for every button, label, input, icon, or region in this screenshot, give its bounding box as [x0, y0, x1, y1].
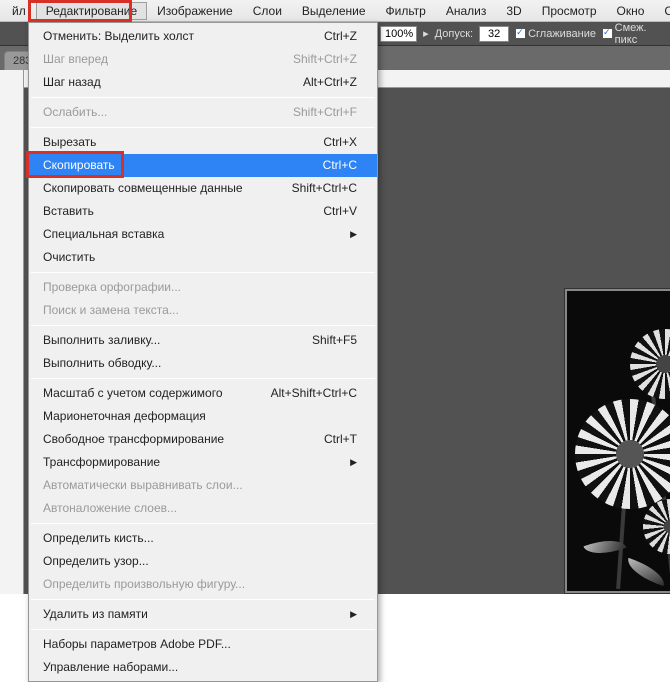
tolerance-label: Допуск:: [435, 28, 473, 40]
menu-item-label: Выполнить заливку...: [43, 332, 160, 349]
edit-menu-dropdown: Отменить: Выделить холст Ctrl+Z Шаг вперед…: [28, 22, 378, 682]
menu-item[interactable]: Вырезать Ctrl+X: [29, 131, 377, 154]
menu-item-label: Специальная вставка: [43, 226, 164, 243]
menu-item[interactable]: Трансформирование ▶: [29, 451, 377, 474]
menu-редактирование[interactable]: Редактирование: [36, 2, 147, 20]
menu-item-label: Удалить из памяти: [43, 606, 148, 623]
menu-item-label: Шаг назад: [43, 74, 101, 91]
menu-separator: [31, 378, 375, 379]
menu-item-label: Ослабить...: [43, 104, 107, 121]
menu-item[interactable]: Удалить из памяти ▶: [29, 603, 377, 626]
menu-item-label: Вырезать: [43, 134, 96, 151]
menu-shortcut: Alt+Ctrl+Z: [303, 74, 357, 91]
menu-item[interactable]: Масштаб с учетом содержимого Alt+Shift+Ct…: [29, 382, 377, 405]
menu-shortcut: Ctrl+Z: [324, 28, 357, 45]
menu-item[interactable]: Определить узор...: [29, 550, 377, 573]
document-canvas[interactable]: [564, 288, 670, 594]
contiguous-checkbox[interactable]: Смеж. пикс: [602, 22, 670, 46]
menu-окно[interactable]: Окно: [607, 2, 655, 20]
menu-item-label: Определить узор...: [43, 553, 149, 570]
menu-просмотр[interactable]: Просмотр: [532, 2, 607, 20]
menu-item-label: Определить кисть...: [43, 530, 154, 547]
menu-item-label: Наборы параметров Adobe PDF...: [43, 636, 231, 653]
flower-image: [643, 499, 670, 554]
menu-item-label: Управление наборами...: [43, 659, 178, 676]
ruler-vertical: [0, 70, 24, 594]
menu-separator: [31, 272, 375, 273]
antialias-checkbox[interactable]: Сглаживание: [515, 28, 596, 40]
menu-item[interactable]: Марионеточная деформация: [29, 405, 377, 428]
flower-image: [630, 329, 670, 399]
menu-separator: [31, 523, 375, 524]
menu-item[interactable]: Очистить: [29, 246, 377, 269]
menu-item: Определить произвольную фигуру...: [29, 573, 377, 596]
menu-item-label: Выполнить обводку...: [43, 355, 161, 372]
menu-йл[interactable]: йл: [2, 2, 36, 20]
menu-item-label: Свободное трансформирование: [43, 431, 224, 448]
flower-image: [575, 399, 670, 509]
menu-shortcut: Shift+Ctrl+C: [292, 180, 357, 197]
menu-shortcut: Shift+Ctrl+Z: [293, 51, 357, 68]
submenu-arrow-icon: ▶: [350, 606, 357, 623]
menu-item-label: Вставить: [43, 203, 94, 220]
menu-shortcut: Shift+F5: [312, 332, 357, 349]
menu-item-label: Отменить: Выделить холст: [43, 28, 194, 45]
menu-shortcut: Ctrl+C: [323, 157, 357, 174]
menu-item: Шаг вперед Shift+Ctrl+Z: [29, 48, 377, 71]
menu-item[interactable]: Свободное трансформирование Ctrl+T: [29, 428, 377, 451]
menu-item[interactable]: Скопировать Ctrl+C: [29, 154, 377, 177]
menu-separator: [31, 97, 375, 98]
menu-item: Автоматически выравнивать слои...: [29, 474, 377, 497]
menu-item-label: Трансформирование: [43, 454, 160, 471]
menu-item-label: Скопировать: [43, 157, 115, 174]
menu-shortcut: Ctrl+V: [323, 203, 357, 220]
menu-выделение[interactable]: Выделение: [292, 2, 376, 20]
menu-item[interactable]: Шаг назад Alt+Ctrl+Z: [29, 71, 377, 94]
menu-item-label: Очистить: [43, 249, 95, 266]
menu-separator: [31, 127, 375, 128]
menu-item[interactable]: Выполнить заливку... Shift+F5: [29, 329, 377, 352]
submenu-arrow-icon: ▶: [350, 226, 357, 243]
menu-item-label: Скопировать совмещенные данные: [43, 180, 243, 197]
menu-изображение[interactable]: Изображение: [147, 2, 243, 20]
menu-shortcut: Ctrl+X: [323, 134, 357, 151]
menu-item-label: Масштаб с учетом содержимого: [43, 385, 223, 402]
menu-item[interactable]: Наборы параметров Adobe PDF...: [29, 633, 377, 656]
menu-item: Проверка орфографии...: [29, 276, 377, 299]
menu-item[interactable]: Скопировать совмещенные данные Shift+Ctrl…: [29, 177, 377, 200]
menu-separator: [31, 629, 375, 630]
menu-shortcut: Alt+Shift+Ctrl+C: [271, 385, 357, 402]
submenu-arrow-icon: ▶: [350, 454, 357, 471]
menu-item[interactable]: Специальная вставка ▶: [29, 223, 377, 246]
menu-3d[interactable]: 3D: [496, 2, 531, 20]
menu-item[interactable]: Выполнить обводку...: [29, 352, 377, 375]
menu-item-label: Шаг вперед: [43, 51, 108, 68]
menu-item-label: Марионеточная деформация: [43, 408, 206, 425]
menu-item: Автоналожение слоев...: [29, 497, 377, 520]
menu-item-label: Определить произвольную фигуру...: [43, 576, 245, 593]
menu-item: Ослабить... Shift+Ctrl+F: [29, 101, 377, 124]
menu-item-label: Поиск и замена текста...: [43, 302, 179, 319]
menu-item: Поиск и замена текста...: [29, 299, 377, 322]
menu-слои[interactable]: Слои: [243, 2, 292, 20]
menu-item[interactable]: Определить кисть...: [29, 527, 377, 550]
menubar: йлРедактированиеИзображениеСлоиВыделение…: [0, 0, 670, 22]
menu-shortcut: Shift+Ctrl+F: [293, 104, 357, 121]
menu-item-label: Автоматически выравнивать слои...: [43, 477, 243, 494]
menu-separator: [31, 599, 375, 600]
menu-item[interactable]: Отменить: Выделить холст Ctrl+Z: [29, 25, 377, 48]
menu-фильтр[interactable]: Фильтр: [376, 2, 436, 20]
menu-справка[interactable]: Справка: [654, 2, 670, 20]
tolerance-field[interactable]: 32: [479, 26, 509, 42]
menu-shortcut: Ctrl+T: [324, 431, 357, 448]
menu-item[interactable]: Вставить Ctrl+V: [29, 200, 377, 223]
menu-item-label: Автоналожение слоев...: [43, 500, 177, 517]
menu-item[interactable]: Управление наборами...: [29, 656, 377, 679]
menu-separator: [31, 325, 375, 326]
menu-анализ[interactable]: Анализ: [436, 2, 497, 20]
zoom-field[interactable]: 100%: [380, 26, 417, 42]
menu-item-label: Проверка орфографии...: [43, 279, 181, 296]
